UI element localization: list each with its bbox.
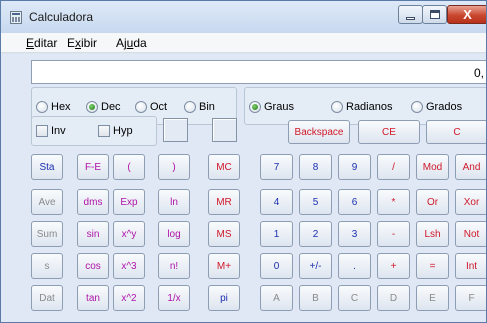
ln-button[interactable]: ln xyxy=(158,189,190,215)
tan-button[interactable]: tan xyxy=(77,285,109,311)
menu-ajuda[interactable]: Ajuda xyxy=(116,36,147,50)
memory-indicator xyxy=(212,118,237,142)
cos-button[interactable]: cos xyxy=(77,253,109,279)
ms-button[interactable]: MS xyxy=(208,221,240,247)
radio-graus-circle xyxy=(249,101,261,113)
radio-grados-circle xyxy=(411,101,423,113)
e-button[interactable]: E xyxy=(416,285,449,311)
0-button[interactable]: 0 xyxy=(260,253,293,279)
radio-grados[interactable]: Grados xyxy=(411,100,462,114)
log-button[interactable]: log xyxy=(158,221,190,247)
radio-graus[interactable]: Graus xyxy=(249,100,294,114)
modifier-group: Inv Hyp xyxy=(31,116,157,146)
radio-bin[interactable]: Bin xyxy=(184,100,215,114)
7-button[interactable]: 7 xyxy=(260,154,293,180)
dat-button[interactable]: Dat xyxy=(31,285,63,311)
radio-oct[interactable]: Oct xyxy=(135,100,167,114)
radio-hex-circle xyxy=(36,101,48,113)
radio-bin-circle xyxy=(184,101,196,113)
checkbox-inv[interactable]: Inv xyxy=(36,124,66,138)
pi-button[interactable]: pi xyxy=(208,285,240,311)
minimize-button[interactable] xyxy=(398,5,423,24)
calculator-icon xyxy=(10,11,22,24)
menu-bar: Editar Exibir Ajuda xyxy=(1,33,486,53)
and-button[interactable]: And xyxy=(455,154,486,180)
xpowy-button[interactable]: x^y xyxy=(113,221,145,247)
mc-button[interactable]: MC xyxy=(208,154,240,180)
a-button[interactable]: A xyxy=(260,285,293,311)
not-button[interactable]: Not xyxy=(455,221,486,247)
checkbox-hyp[interactable]: Hyp xyxy=(98,124,133,138)
radio-radianos[interactable]: Radianos xyxy=(331,100,392,114)
d-button[interactable]: D xyxy=(377,285,410,311)
mod-button[interactable]: Mod xyxy=(416,154,449,180)
minus-button[interactable]: - xyxy=(377,221,410,247)
6-button[interactable]: 6 xyxy=(338,189,371,215)
maximize-button[interactable] xyxy=(422,5,447,24)
display-value: 0, xyxy=(473,66,484,80)
or-button[interactable]: Or xyxy=(416,189,449,215)
maximize-icon xyxy=(430,10,440,19)
dot-button[interactable]: . xyxy=(338,253,371,279)
backspace-button[interactable]: Backspace xyxy=(288,120,350,144)
sta-button[interactable]: Sta xyxy=(31,154,63,180)
result-display[interactable]: 0, xyxy=(31,60,486,84)
equals-button[interactable]: = xyxy=(416,253,449,279)
s-button[interactable]: s xyxy=(31,253,63,279)
fminuse-button[interactable]: F-E xyxy=(77,154,109,180)
menu-exibir[interactable]: Exibir xyxy=(67,36,97,50)
close-paren-button[interactable]: ) xyxy=(158,154,190,180)
calculator-body: 0, Hex Dec Oct Bin Graus Radianos Grados… xyxy=(1,54,486,322)
c-button[interactable]: C xyxy=(426,120,486,144)
1slashx-button[interactable]: 1/x xyxy=(158,285,190,311)
sum-button[interactable]: Sum xyxy=(31,221,63,247)
close-button[interactable]: X xyxy=(447,5,486,24)
c-button[interactable]: C xyxy=(338,285,371,311)
checkbox-inv-box xyxy=(36,125,48,137)
lsh-button[interactable]: Lsh xyxy=(416,221,449,247)
parenthesis-indicator xyxy=(163,118,188,142)
f-button[interactable]: F xyxy=(455,285,486,311)
sin-button[interactable]: sin xyxy=(77,221,109,247)
menu-editar[interactable]: Editar xyxy=(26,36,57,50)
window-title: Calculadora xyxy=(29,10,94,24)
calculator-window: Calculadora X Editar Exibir Ajuda 0, Hex… xyxy=(0,0,487,323)
checkbox-hyp-box xyxy=(98,125,110,137)
ave-button[interactable]: Ave xyxy=(31,189,63,215)
xpow2-button[interactable]: x^2 xyxy=(113,285,145,311)
xor-button[interactable]: Xor xyxy=(455,189,486,215)
title-bar[interactable]: Calculadora X xyxy=(1,1,486,33)
exp-button[interactable]: Exp xyxy=(113,189,145,215)
times-button[interactable]: * xyxy=(377,189,410,215)
plus-button[interactable]: + xyxy=(377,253,410,279)
1-button[interactable]: 1 xyxy=(260,221,293,247)
radio-dec-circle xyxy=(86,101,98,113)
5-button[interactable]: 5 xyxy=(299,189,332,215)
radio-hex[interactable]: Hex xyxy=(36,100,71,114)
mr-button[interactable]: MR xyxy=(208,189,240,215)
int-button[interactable]: Int xyxy=(455,253,486,279)
radio-oct-circle xyxy=(135,101,147,113)
radio-radianos-circle xyxy=(331,101,343,113)
close-icon: X xyxy=(463,7,472,22)
2-button[interactable]: 2 xyxy=(299,221,332,247)
minimize-icon xyxy=(406,17,415,20)
b-button[interactable]: B xyxy=(299,285,332,311)
xpow3-button[interactable]: x^3 xyxy=(113,253,145,279)
radio-dec[interactable]: Dec xyxy=(86,100,121,114)
4-button[interactable]: 4 xyxy=(260,189,293,215)
slash-button[interactable]: / xyxy=(377,154,410,180)
9-button[interactable]: 9 xyxy=(338,154,371,180)
3-button[interactable]: 3 xyxy=(338,221,371,247)
mplus-button[interactable]: M+ xyxy=(208,253,240,279)
ce-button[interactable]: CE xyxy=(358,120,420,144)
8-button[interactable]: 8 xyxy=(299,154,332,180)
open-paren-button[interactable]: ( xyxy=(113,154,145,180)
plusminusminus-button[interactable]: +/- xyxy=(299,253,332,279)
n-button[interactable]: n! xyxy=(158,253,190,279)
dms-button[interactable]: dms xyxy=(77,189,109,215)
